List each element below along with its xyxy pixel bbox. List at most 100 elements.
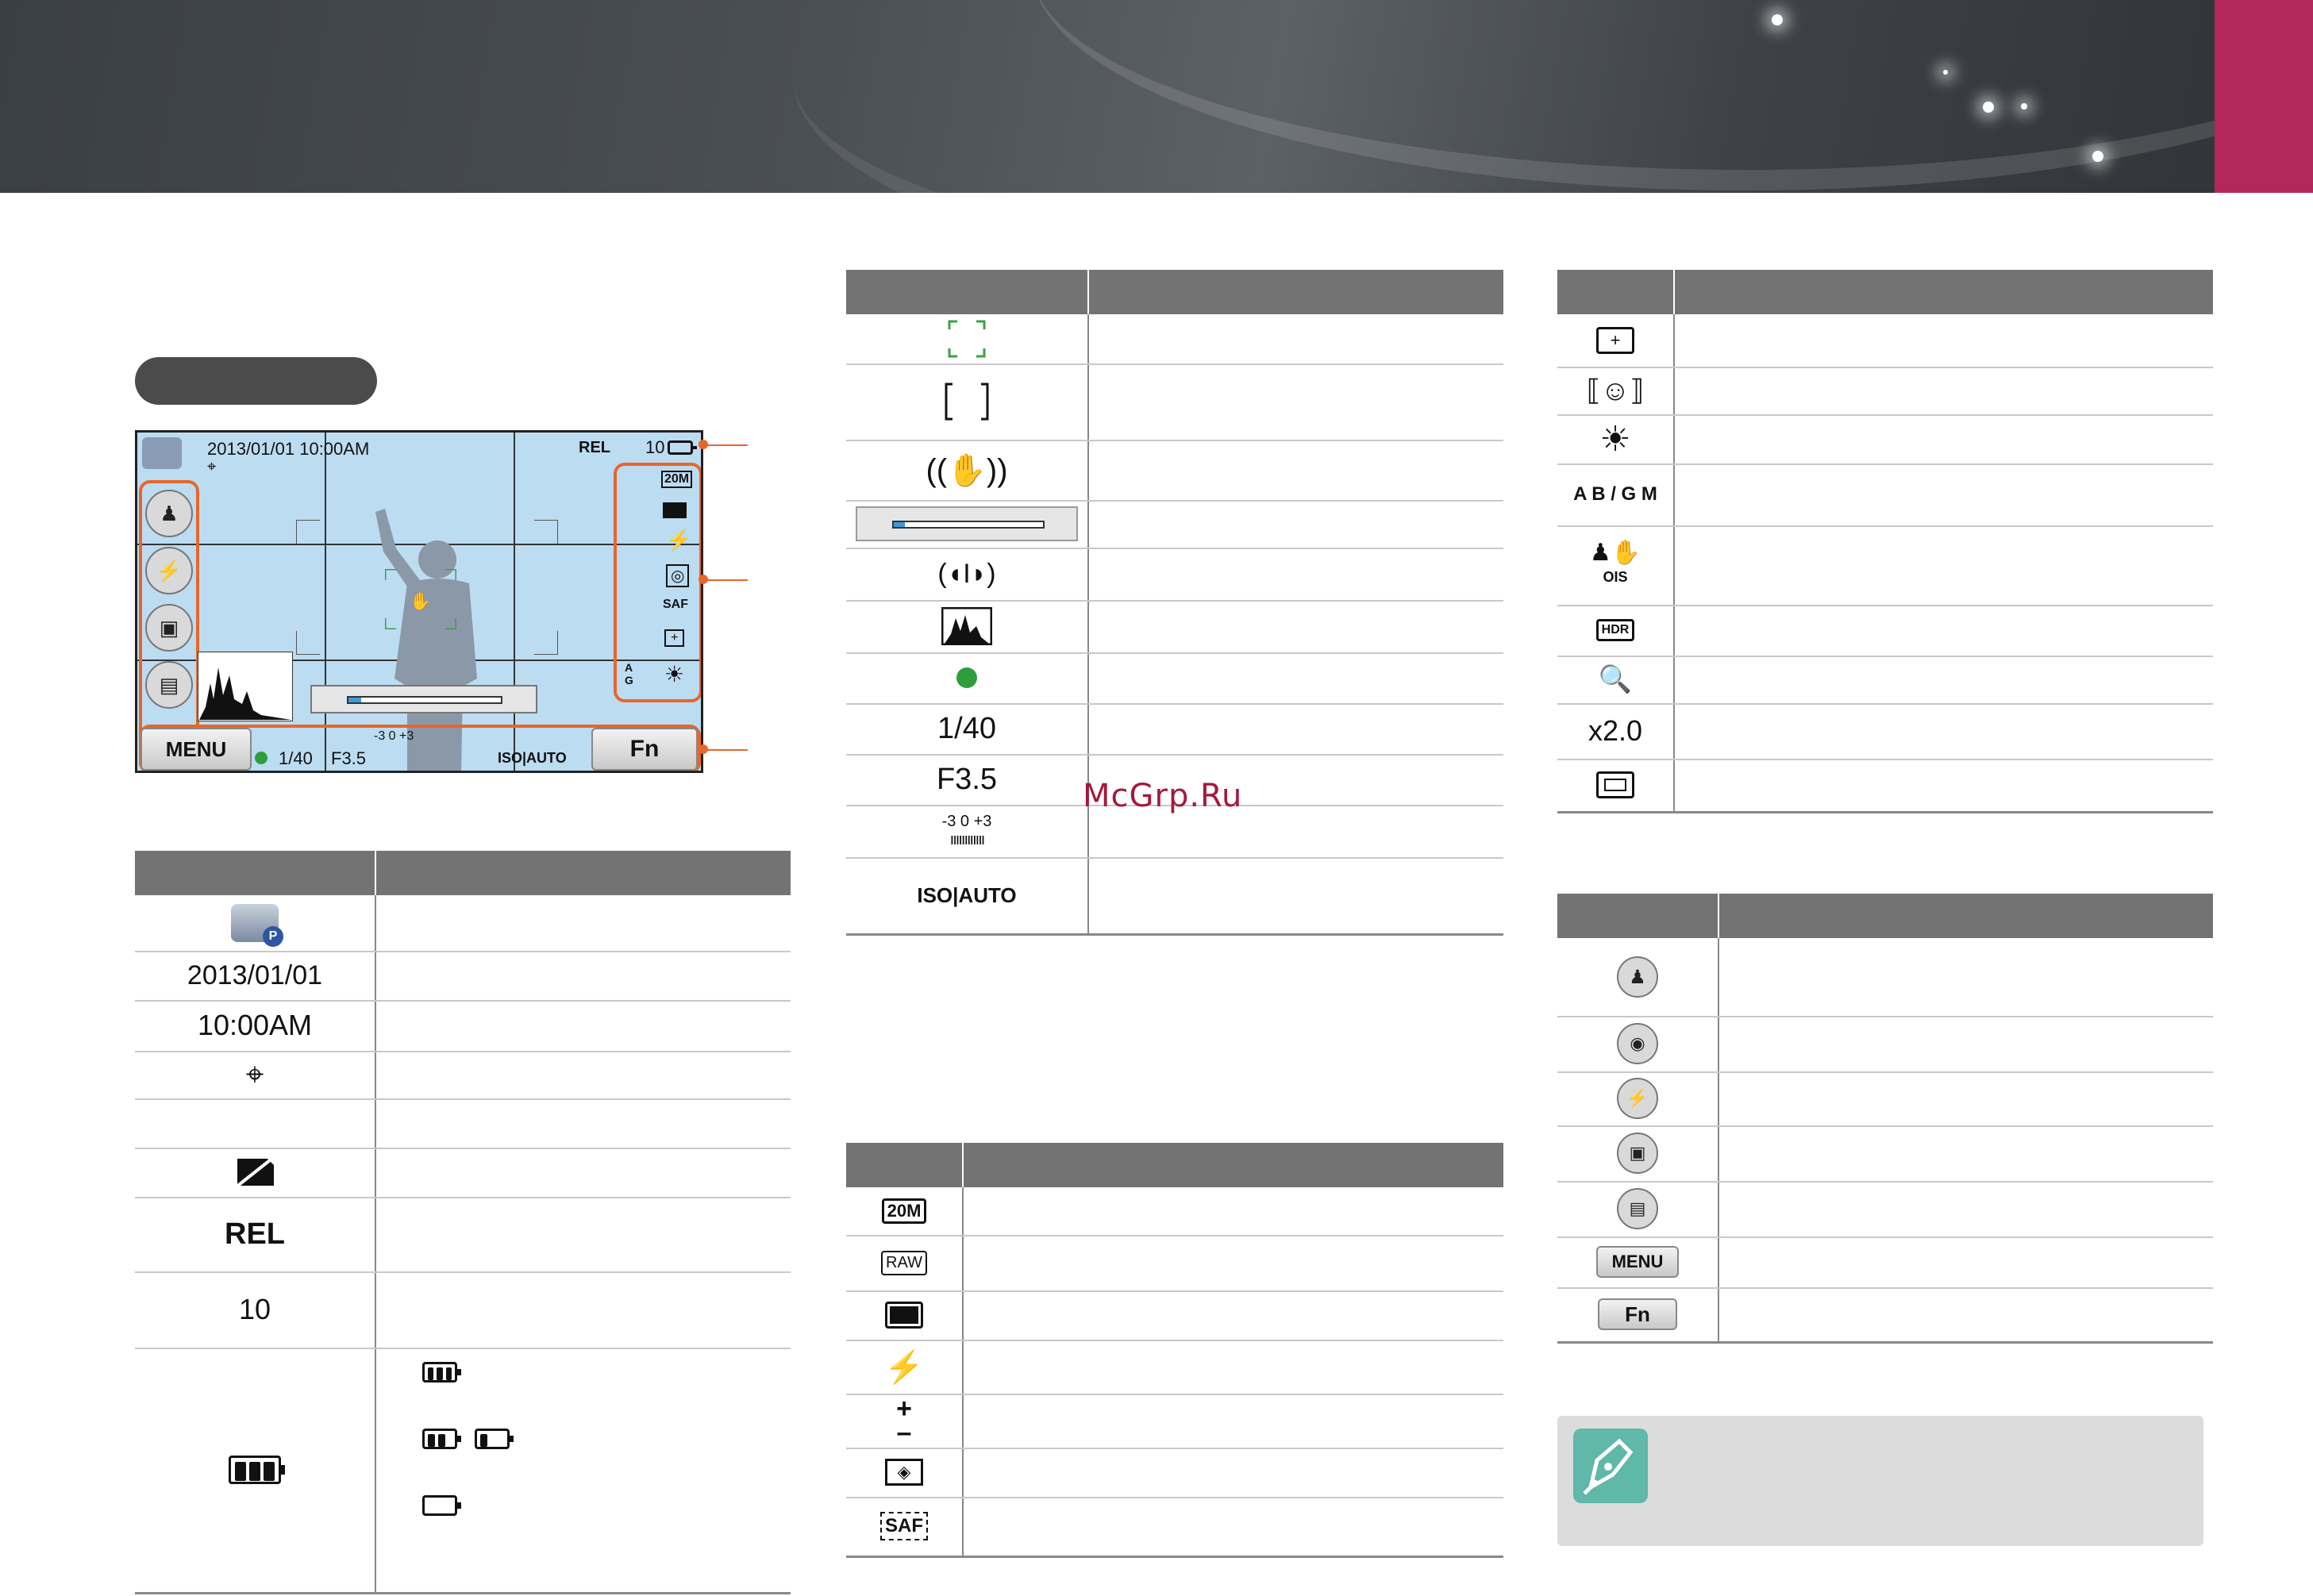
- table-1-header: [135, 851, 791, 895]
- watermark-text: McGrp.Ru: [1083, 778, 1243, 814]
- wb-icon: AG: [625, 661, 633, 686]
- table-row: x2.0: [1588, 714, 1643, 747]
- scene-icon: ♟: [1557, 938, 1718, 1016]
- svg-text:✋: ✋: [410, 591, 431, 611]
- zoom-bar-icon: [846, 500, 1087, 548]
- sun-icon: ☀: [1599, 419, 1631, 459]
- table-row: SAF: [846, 1497, 962, 1556]
- table-3-header: [846, 1143, 1503, 1187]
- callout-dot-3: [699, 744, 708, 754]
- camera-p-icon: P: [231, 904, 283, 947]
- gps-icon: ⌖: [207, 458, 217, 475]
- scene-button[interactable]: ♟: [145, 490, 193, 537]
- metering-icon: ◈: [846, 1448, 962, 1497]
- section-pill: [135, 357, 377, 405]
- table-row: F3.5: [936, 762, 998, 796]
- table-row: Fn: [1557, 1287, 1718, 1341]
- chapter-tab-accent: [2215, 0, 2313, 193]
- table-row: ISO|AUTO: [917, 883, 1017, 907]
- af-frame-green: ✋: [385, 569, 456, 629]
- level-icon: (◖I◗): [937, 558, 996, 589]
- table-row: 10: [238, 1293, 271, 1325]
- battery-half-icon: [422, 1429, 461, 1449]
- ev-scale-icon: -3 0 +3 ıııııııııııı: [941, 813, 992, 848]
- note-pen-icon: [1573, 1429, 1648, 1503]
- raw-icon: RAW: [881, 1250, 927, 1275]
- battery-full-icon: [422, 1362, 461, 1383]
- gps-icon: ⌖: [245, 1056, 264, 1092]
- battery-icon: [135, 1348, 375, 1592]
- face-detect-icon: ⟦☺⟧: [1586, 374, 1645, 406]
- table-row: [135, 1098, 375, 1148]
- manual-page: ✋ 2013/01/01 10:00AM ⌖ REL 10 ♟ ⚡ ▣ ▤ 20…: [0, 0, 2313, 1596]
- sun-icon: ☀: [664, 662, 685, 686]
- flash-icon: ⚡: [666, 528, 692, 552]
- flash-off-button[interactable]: ⚡: [145, 547, 193, 594]
- battery-empty-icon: [422, 1495, 461, 1516]
- histogram-icon: [198, 652, 293, 721]
- saf-icon: SAF: [663, 598, 688, 611]
- table-row: REL: [225, 1217, 285, 1251]
- ev-plus-minus-icon: + –: [896, 1394, 912, 1448]
- selftimer-icon: ◉: [1557, 1016, 1718, 1071]
- table-row: 10:00AM: [197, 1009, 313, 1041]
- menu-button[interactable]: MENU: [140, 728, 252, 771]
- resolution-icon: 20M: [881, 1198, 927, 1224]
- battery-icon: [668, 440, 697, 455]
- screen-ev-scale: -3 0 +3: [374, 729, 414, 743]
- histogram-icon: [846, 600, 1087, 652]
- table-row: MENU: [1557, 1236, 1718, 1287]
- focus-dot-icon: [846, 652, 1087, 703]
- focus-dot-icon: [255, 752, 267, 764]
- table-row: A B / G M: [1573, 483, 1657, 505]
- flash-icon: ⚡: [884, 1349, 924, 1385]
- table-2-header: [846, 270, 1503, 314]
- callout-dot-1: [699, 440, 708, 449]
- camera-mode-icon: [142, 437, 182, 469]
- zoom-bar: [310, 685, 537, 713]
- table-5-header: [1557, 894, 2213, 938]
- callout-line-2: [703, 579, 748, 581]
- ratio-icon: [846, 1290, 962, 1340]
- hdr-icon: HDR: [1595, 619, 1635, 641]
- page-header-banner: [0, 0, 2313, 193]
- menu-button-icon: MENU: [1596, 1246, 1679, 1278]
- note-box: [1557, 1416, 2203, 1546]
- table-4-header: [1557, 270, 2213, 314]
- spot-icon: +: [664, 629, 685, 647]
- smart-zoom-icon: 🔍: [1598, 664, 1633, 694]
- battery-low-icon: [475, 1429, 514, 1449]
- table-row: RAW: [846, 1235, 962, 1290]
- screen-iso: ISO|AUTO: [498, 750, 567, 766]
- table-row: 1/40: [937, 711, 996, 745]
- screen-aperture: F3.5: [331, 748, 367, 768]
- display-mode-button[interactable]: ▤: [145, 661, 193, 709]
- ev-scale-label: -3 0 +3: [941, 813, 992, 830]
- fn-button-icon: Fn: [1598, 1298, 1677, 1330]
- touch-af-button[interactable]: ▣: [145, 604, 193, 652]
- flash-off-icon: ⚡: [1557, 1071, 1718, 1125]
- af-bracket-icon: [846, 363, 1087, 440]
- display-mode-icon: ▤: [1557, 1181, 1718, 1236]
- af-frame-icon: [846, 314, 1087, 363]
- card-off-icon: [135, 1148, 375, 1197]
- screen-shots: 10: [645, 437, 665, 457]
- spot-icon: +: [1557, 314, 1673, 367]
- callout-line-3: [703, 749, 748, 751]
- callout-dot-2: [699, 575, 708, 584]
- table-row: HDR: [1557, 605, 1673, 656]
- callout-line-1: [703, 444, 748, 446]
- table-row: 2013/01/01: [187, 960, 323, 990]
- ois-icon: ♟✋ OIS: [1589, 540, 1641, 586]
- fn-button[interactable]: Fn: [591, 728, 698, 771]
- screen-shutter: 1/40: [279, 748, 313, 768]
- display-icon: [1557, 759, 1673, 811]
- metering-icon: ◎: [666, 564, 690, 587]
- shake-warning-icon: ((✋)): [926, 452, 1008, 488]
- ratio-icon: [663, 502, 687, 518]
- touch-icon: ▣: [1557, 1125, 1718, 1181]
- table-row: P: [135, 895, 375, 951]
- resolution-20m: 20M: [661, 471, 693, 488]
- screen-rel: REL: [579, 439, 610, 456]
- saf-icon: SAF: [880, 1512, 928, 1540]
